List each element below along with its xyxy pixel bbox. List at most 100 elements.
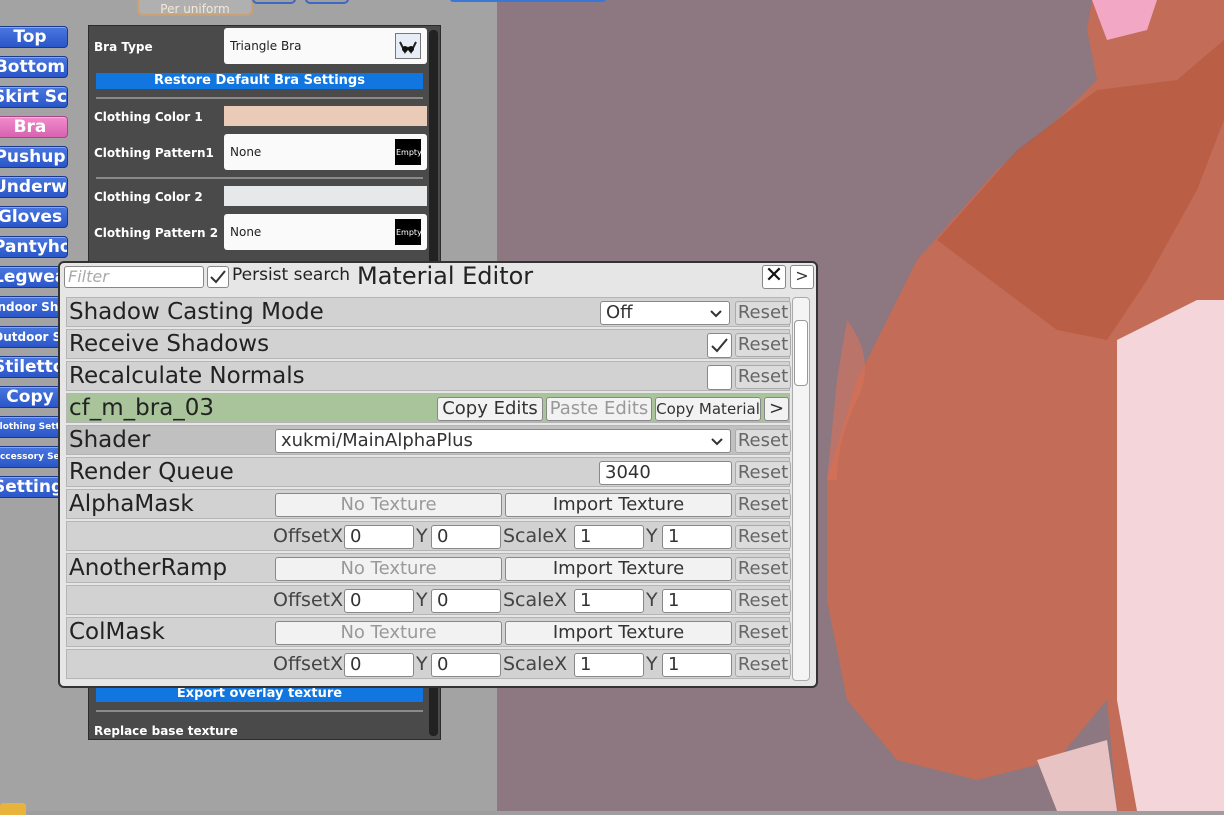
scale-x-label: ScaleX [503, 653, 568, 675]
scale-y-input[interactable]: 1 [662, 525, 732, 549]
scale-y-input[interactable]: 1 [662, 653, 732, 677]
reset-button[interactable]: Reset [735, 653, 791, 677]
reset-button[interactable]: Reset [735, 621, 791, 645]
scale-y-label: Y [646, 589, 658, 611]
sidebar-item-bra[interactable]: Bra [0, 116, 68, 138]
shadow-casting-row: Shadow Casting Mode Off Reset [66, 297, 791, 327]
no-texture-button[interactable]: No Texture [275, 493, 502, 517]
shadow-casting-value: Off [606, 302, 633, 323]
reset-button[interactable]: Reset [735, 557, 791, 581]
shadow-casting-dropdown[interactable]: Off [600, 301, 730, 325]
persist-search-checkbox[interactable] [207, 266, 229, 288]
scale-x-input[interactable]: 1 [574, 653, 644, 677]
check-icon [711, 338, 728, 353]
no-texture-button[interactable]: No Texture [275, 557, 502, 581]
reset-button[interactable]: Reset [735, 525, 791, 549]
toolbar-field-partial[interactable] [450, 0, 606, 2]
offset-y-input[interactable]: 0 [431, 525, 501, 549]
copy-edits-button[interactable]: Copy Edits [437, 397, 543, 421]
divider [96, 97, 423, 99]
bra-type-label: Bra Type [94, 40, 153, 54]
replace-base-texture-label: Replace base texture [94, 724, 238, 738]
material-more-button[interactable]: > [764, 397, 789, 421]
clothing-pattern-2-label: Clothing Pattern 2 [94, 226, 219, 240]
pattern-1-thumbnail: Empty [395, 139, 422, 165]
clothing-pattern-1-selector[interactable]: None Empty [224, 134, 427, 170]
texture-label: ColMask [69, 619, 165, 645]
offset-y-input[interactable]: 0 [431, 589, 501, 613]
no-texture-button[interactable]: No Texture [275, 621, 502, 645]
offset-x-label: OffsetX [273, 525, 344, 547]
divider [96, 177, 423, 179]
reset-button[interactable]: Reset [735, 589, 791, 613]
offset-x-input[interactable]: 0 [344, 589, 414, 613]
bra-type-selector[interactable]: Triangle Bra [224, 28, 427, 64]
sidebar-item-pantyhose[interactable]: Pantyhose [0, 236, 68, 258]
pattern-2-value: None [230, 225, 262, 239]
persist-search-label: Persist search [232, 265, 351, 285]
scale-x-label: ScaleX [503, 589, 568, 611]
per-uniform-tab[interactable]: Per uniform [137, 0, 253, 16]
reset-button[interactable]: Reset [735, 301, 791, 325]
material-editor-titlebar[interactable]: Filter Persist search Material Editor ✕ … [60, 262, 816, 291]
texture-label: AlphaMask [69, 491, 194, 517]
offset-x-input[interactable]: 0 [344, 525, 414, 549]
offset-x-label: OffsetX [273, 653, 344, 675]
pattern-2-thumbnail: Empty [395, 219, 422, 245]
material-header-row: cf_m_bra_03 Copy Edits Paste Edits Copy … [66, 393, 790, 423]
expand-icon[interactable]: > [790, 265, 814, 289]
clothing-color-2-swatch[interactable] [224, 186, 427, 206]
render-queue-label: Render Queue [69, 459, 234, 485]
recalculate-normals-checkbox[interactable] [707, 365, 732, 390]
corner-tab[interactable] [0, 803, 26, 815]
reset-button[interactable]: Reset [735, 429, 791, 453]
import-texture-button[interactable]: Import Texture [505, 557, 732, 581]
scale-x-input[interactable]: 1 [574, 525, 644, 549]
reset-button[interactable]: Reset [735, 365, 791, 389]
texture-row-alphamask: AlphaMask No Texture Import Texture Rese… [66, 489, 791, 519]
offset-y-input[interactable]: 0 [431, 653, 501, 677]
bra-type-thumbnail-icon [395, 33, 421, 59]
render-queue-input[interactable]: 3040 [599, 461, 732, 485]
clothing-color-2-label: Clothing Color 2 [94, 190, 203, 204]
clothing-color-1-label: Clothing Color 1 [94, 110, 203, 124]
chevron-down-icon [710, 310, 722, 318]
export-overlay-texture-button[interactable]: Export overlay texture [96, 686, 423, 702]
reset-button[interactable]: Reset [735, 493, 791, 517]
material-editor-window: Filter Persist search Material Editor ✕ … [58, 261, 818, 688]
copy-material-button[interactable]: Copy Material [655, 397, 761, 421]
texture-offset-row-colmask: OffsetX 0 Y 0 ScaleX 1 Y 1 Reset [66, 649, 791, 679]
import-texture-button[interactable]: Import Texture [505, 493, 732, 517]
filter-input[interactable]: Filter [64, 266, 204, 288]
clothing-pattern-2-selector[interactable]: None Empty [224, 214, 427, 250]
scale-y-input[interactable]: 1 [662, 589, 732, 613]
reset-button[interactable]: Reset [735, 461, 791, 485]
sidebar-item-bottom[interactable]: Bottom [0, 56, 68, 78]
shader-dropdown[interactable]: xukmi/MainAlphaPlus [275, 429, 731, 453]
sidebar-item-gloves[interactable]: Gloves [0, 206, 68, 228]
toolbar-button-partial[interactable] [305, 0, 349, 4]
scale-x-input[interactable]: 1 [574, 589, 644, 613]
material-editor-scrollbar[interactable] [792, 297, 810, 681]
sidebar-item-skirt-scale[interactable]: Skirt Scale [0, 86, 68, 108]
offset-x-input[interactable]: 0 [344, 653, 414, 677]
sidebar-item-underwear[interactable]: Underwear [0, 176, 68, 198]
receive-shadows-checkbox[interactable] [707, 333, 732, 358]
restore-default-bra-button[interactable]: Restore Default Bra Settings [96, 73, 423, 89]
toolbar-button-partial[interactable] [252, 0, 296, 4]
sidebar-item-top[interactable]: Top [0, 26, 68, 48]
sidebar-item-pushup[interactable]: Pushup [0, 146, 68, 168]
shader-label: Shader [69, 427, 151, 453]
offset-x-label: OffsetX [273, 589, 344, 611]
pattern-1-value: None [230, 145, 262, 159]
scale-y-label: Y [646, 525, 658, 547]
paste-edits-button[interactable]: Paste Edits [546, 397, 652, 421]
receive-shadows-label: Receive Shadows [69, 331, 270, 357]
scrollbar-thumb[interactable] [794, 320, 808, 386]
import-texture-button[interactable]: Import Texture [505, 621, 732, 645]
clothing-color-1-swatch[interactable] [224, 106, 427, 126]
close-icon[interactable]: ✕ [762, 265, 786, 289]
material-name: cf_m_bra_03 [69, 395, 215, 421]
recalculate-normals-row: Recalculate Normals Reset [66, 361, 791, 391]
reset-button[interactable]: Reset [735, 333, 791, 357]
